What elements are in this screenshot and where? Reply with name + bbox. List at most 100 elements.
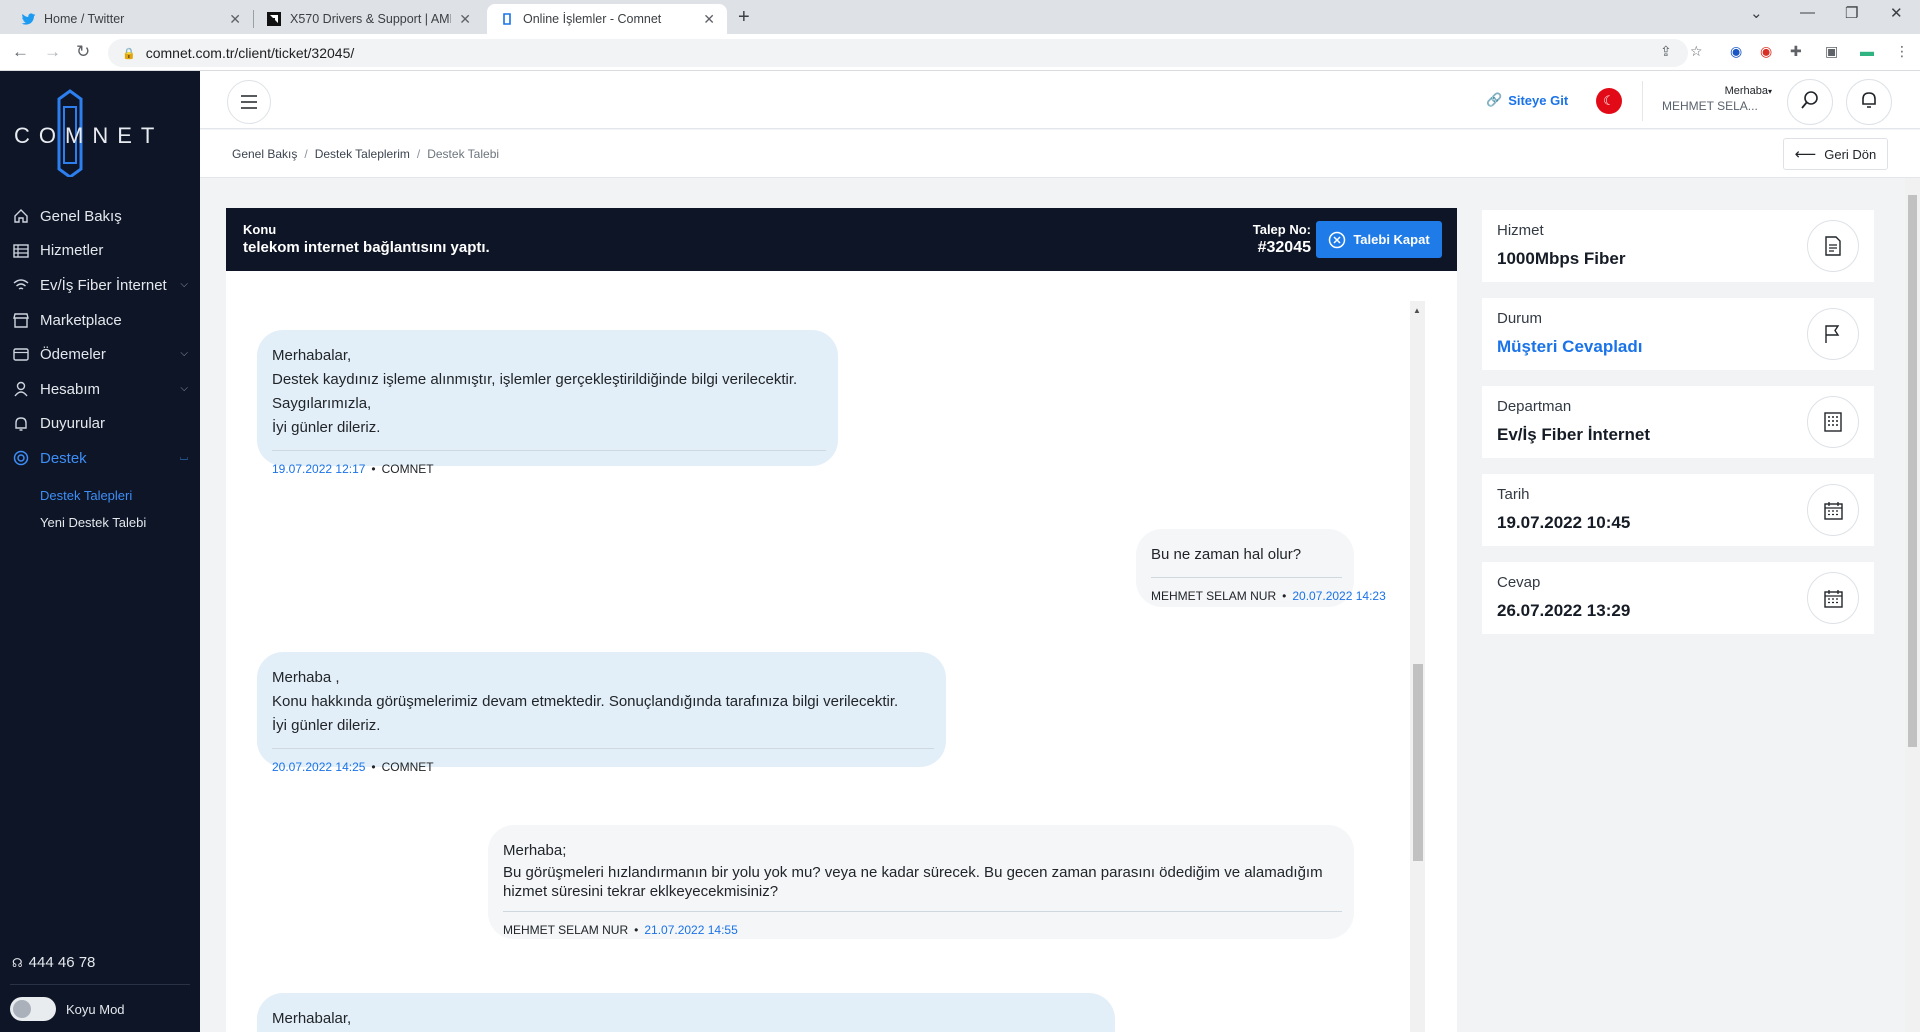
greeting[interactable]: Merhaba▾ bbox=[1662, 85, 1772, 97]
sidebar-subitem-yeni-destek-talebi[interactable]: Yeni Destek Talebi bbox=[0, 509, 200, 536]
message-meta: MEHMET SELAM NUR • 20.07.2022 14:23 bbox=[1151, 577, 1386, 603]
card-label: Departman bbox=[1497, 398, 1572, 415]
arrow-left-icon: ⟵ bbox=[1794, 146, 1817, 163]
notifications-button[interactable] bbox=[1846, 79, 1892, 125]
sidebar-item-label: Duyurular bbox=[40, 415, 106, 433]
sidebar-item-odemeler[interactable]: Ödemeler ⌵ bbox=[0, 337, 200, 372]
comnet-logo[interactable]: COMNET bbox=[14, 87, 164, 177]
sidepanel-icon[interactable]: ▣ bbox=[1825, 43, 1838, 60]
site-link[interactable]: 🔗 Siteye Git bbox=[1486, 92, 1568, 108]
user-icon bbox=[12, 380, 30, 398]
chevron-down-icon: ⌵ bbox=[180, 382, 188, 394]
logo-text: COMNET bbox=[14, 123, 164, 148]
message-date: 19.07.2022 12:17 bbox=[272, 462, 366, 476]
page-scrollbar-thumb[interactable] bbox=[1908, 195, 1917, 747]
new-tab-icon[interactable]: + bbox=[738, 6, 750, 29]
message-thread: Merhabalar, Destek kaydınız işleme alınm… bbox=[226, 271, 1457, 1032]
sidebar-item-hizmetler[interactable]: Hizmetler bbox=[0, 234, 200, 269]
phone-contact[interactable]: ☊ 444 46 78 bbox=[12, 954, 95, 971]
building-icon bbox=[1807, 396, 1859, 448]
message-meta: MEHMET SELAM NUR • 21.07.2022 14:55 bbox=[503, 911, 1342, 937]
restore-icon[interactable]: ❐ bbox=[1845, 4, 1858, 22]
back-button-label: Geri Dön bbox=[1824, 146, 1877, 162]
back-arrow-icon[interactable]: ← bbox=[12, 42, 29, 62]
extension-icon[interactable]: ◉ bbox=[1730, 43, 1742, 60]
back-button[interactable]: ⟵ Geri Dön bbox=[1783, 138, 1888, 170]
message-date: 21.07.2022 14:55 bbox=[644, 923, 738, 937]
minimize-icon[interactable]: — bbox=[1800, 4, 1815, 21]
close-tab-icon[interactable]: ✕ bbox=[229, 11, 241, 28]
sidebar-item-label: Hizmetler bbox=[40, 242, 104, 260]
breadcrumb-item[interactable]: Genel Bakış bbox=[232, 147, 297, 161]
browser-tab-amd[interactable]: X570 Drivers & Support | AMD ✕ bbox=[254, 4, 483, 34]
subject-label: Konu bbox=[243, 222, 277, 237]
sidebar-item-label: Genel Bakış bbox=[40, 207, 122, 225]
dark-mode-label: Koyu Mod bbox=[66, 1002, 125, 1017]
sidebar-item-destek[interactable]: Destek ⌴ bbox=[0, 441, 200, 476]
support-icon bbox=[12, 449, 30, 467]
bookmark-star-icon[interactable]: ☆ bbox=[1690, 43, 1703, 60]
url-field[interactable]: 🔒 comnet.com.tr/client/ticket/32045/ bbox=[108, 39, 1688, 67]
tab-search-icon[interactable]: ⌄ bbox=[1750, 4, 1763, 22]
message-scrollbar-thumb[interactable] bbox=[1413, 664, 1423, 861]
scroll-up-arrow-icon[interactable]: ▲ bbox=[1413, 306, 1421, 315]
info-card-departman: Departman Ev/İş Fiber İnternet bbox=[1482, 386, 1874, 458]
message-author: COMNET bbox=[381, 760, 434, 774]
sidebar-subitem-destek-talepleri[interactable]: Destek Talepleri bbox=[0, 482, 200, 509]
menu-hamburger-icon[interactable] bbox=[227, 80, 271, 124]
document-icon bbox=[1807, 220, 1859, 272]
lock-icon: 🔒 bbox=[122, 47, 136, 60]
extension-icon[interactable]: ◉ bbox=[1760, 43, 1772, 60]
ticket-number-label: Talep No: bbox=[1252, 222, 1311, 237]
bell-icon bbox=[12, 415, 30, 433]
tab-title: Online İşlemler - Comnet bbox=[523, 12, 662, 26]
search-button[interactable] bbox=[1787, 79, 1833, 125]
card-value: 26.07.2022 13:29 bbox=[1497, 601, 1631, 620]
info-card-durum: Durum Müşteri Cevapladı bbox=[1482, 298, 1874, 370]
browser-tab-twitter[interactable]: Home / Twitter ✕ bbox=[8, 4, 253, 34]
turkey-flag-icon[interactable]: ☾ bbox=[1596, 88, 1622, 114]
profile-icon[interactable]: ▬ bbox=[1860, 43, 1874, 59]
message-line: Bu ne zaman hal olur? bbox=[1151, 546, 1302, 563]
sidebar: COMNET Genel Bakış Hizmetler Ev/İş Fiber… bbox=[0, 71, 200, 1032]
browser-tab-comnet[interactable]: Online İşlemler - Comnet ✕ bbox=[487, 4, 727, 34]
twitter-icon bbox=[20, 11, 36, 27]
url-text: comnet.com.tr/client/ticket/32045/ bbox=[145, 45, 355, 61]
close-tab-icon[interactable]: ✕ bbox=[703, 11, 715, 28]
forward-arrow-icon[interactable]: → bbox=[44, 42, 61, 62]
message-bubble: Merhaba , Konu hakkında görüşmelerimiz d… bbox=[257, 652, 946, 774]
wallet-icon bbox=[12, 346, 30, 364]
share-icon[interactable]: ⇪ bbox=[1660, 43, 1672, 60]
sidebar-item-genel-bakis[interactable]: Genel Bakış bbox=[0, 199, 200, 234]
message-line: hizmet süresini tekrar eklkeyecekmisiniz… bbox=[503, 883, 779, 900]
reload-icon[interactable]: ↻ bbox=[76, 42, 90, 62]
tab-title: Home / Twitter bbox=[44, 12, 125, 26]
greeting-text: Merhaba bbox=[1724, 85, 1768, 97]
message-meta: 20.07.2022 14:25 • COMNET bbox=[272, 748, 934, 774]
sidebar-item-marketplace[interactable]: Marketplace bbox=[0, 303, 200, 338]
chevron-down-icon: ⌵ bbox=[180, 348, 188, 360]
tab-title: X570 Drivers & Support | AMD bbox=[290, 12, 452, 26]
ticket-header: Konu telekom internet bağlantısını yaptı… bbox=[226, 208, 1457, 271]
card-value: 19.07.2022 10:45 bbox=[1497, 513, 1631, 532]
message-bubble: Bu ne zaman hal olur? MEHMET SELAM NUR • 2… bbox=[1136, 529, 1386, 607]
sidebar-item-fiber[interactable]: Ev/İş Fiber İnternet ⌵ bbox=[0, 268, 200, 303]
sidebar-divider bbox=[10, 984, 190, 985]
sidebar-item-hesabim[interactable]: Hesabım ⌵ bbox=[0, 372, 200, 407]
close-tab-icon[interactable]: ✕ bbox=[459, 11, 471, 28]
breadcrumb-item[interactable]: Destek Taleplerim bbox=[315, 147, 410, 161]
message-bubble: Merhabalar, bbox=[257, 993, 1115, 1032]
user-name[interactable]: MEHMET SELA... bbox=[1662, 99, 1772, 113]
card-value: Müşteri Cevapladı bbox=[1497, 337, 1643, 356]
menu-kebab-icon[interactable]: ⋮ bbox=[1895, 43, 1909, 60]
breadcrumb-separator: / bbox=[416, 147, 421, 161]
window-close-icon[interactable]: ✕ bbox=[1890, 4, 1903, 22]
dark-mode-toggle[interactable] bbox=[10, 997, 56, 1021]
close-ticket-button[interactable]: Talebi Kapat bbox=[1316, 221, 1442, 258]
card-label: Hizmet bbox=[1497, 222, 1544, 239]
close-circle-icon bbox=[1328, 231, 1346, 249]
sidebar-item-duyurular[interactable]: Duyurular bbox=[0, 407, 200, 442]
message-meta: 19.07.2022 12:17 • COMNET bbox=[272, 450, 826, 476]
puzzle-icon[interactable]: ✚ bbox=[1790, 43, 1802, 60]
ticket-number: #32045 bbox=[1257, 239, 1311, 256]
